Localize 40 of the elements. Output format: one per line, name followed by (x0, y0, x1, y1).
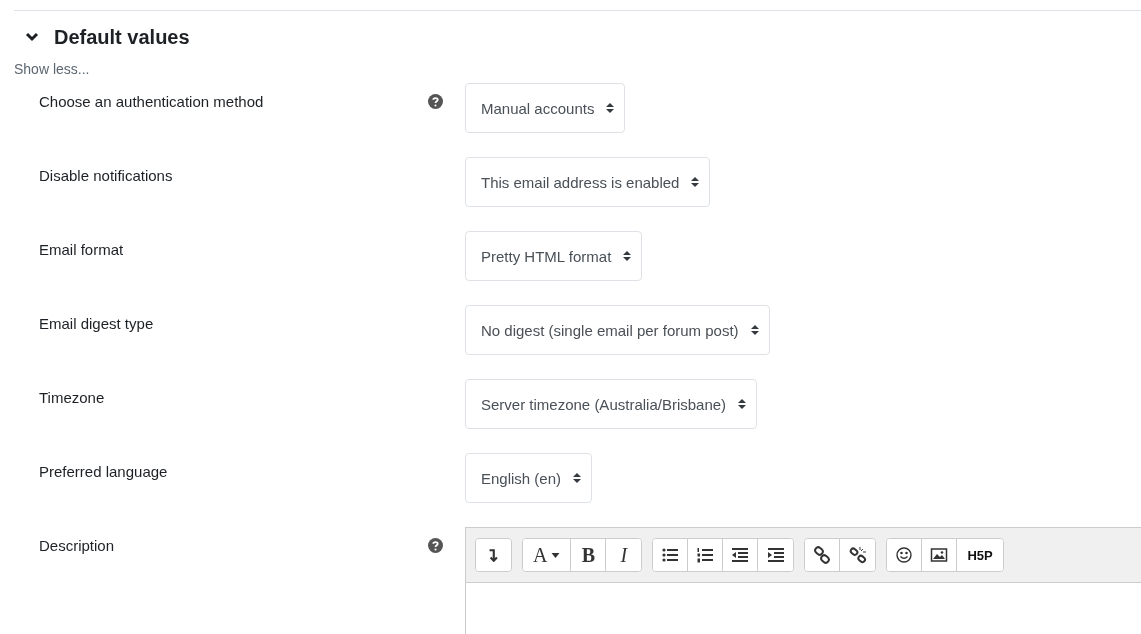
numbered-list-icon (696, 546, 715, 564)
section-title: Default values (54, 25, 190, 49)
font-menu-button[interactable]: A (523, 539, 572, 571)
bullet-list-button[interactable] (653, 539, 689, 571)
sort-arrows-icon (573, 472, 582, 484)
sort-arrows-icon (750, 324, 759, 336)
dropdown-select[interactable]: Manual accounts (465, 83, 626, 133)
field-label: Timezone (39, 389, 105, 406)
show-less-link[interactable]: Show less... (14, 61, 90, 77)
dropdown-select[interactable]: English (en) (465, 453, 593, 503)
text-editor[interactable]: A B I H5P (465, 527, 1141, 634)
smiley-icon (895, 546, 914, 564)
indent-icon (766, 546, 785, 564)
help-icon[interactable] (428, 94, 443, 109)
caret-icon (551, 552, 561, 558)
dropdown-select[interactable]: This email address is enabled (465, 157, 711, 207)
dropdown-select[interactable]: Server timezone (Australia/Brisbane) (465, 379, 758, 429)
help-icon[interactable] (428, 538, 443, 553)
dropdown-select[interactable]: No digest (single email per forum post) (465, 305, 770, 355)
sort-arrows-icon (623, 250, 632, 262)
sort-arrows-icon (606, 102, 615, 114)
field-label: Description (39, 537, 115, 554)
unlink-icon (848, 546, 867, 564)
field-label: Disable notifications (39, 167, 173, 184)
toolbar-toggle-button[interactable] (476, 539, 511, 571)
field-label: Email digest type (39, 315, 154, 332)
dropdown-select[interactable]: Pretty HTML format (465, 231, 643, 281)
bullet-list-icon (661, 546, 680, 564)
sort-arrows-icon (691, 176, 700, 188)
link-button[interactable] (805, 539, 841, 571)
arrow-down-icon (489, 548, 498, 562)
chevron-icon[interactable] (25, 32, 39, 42)
emoji-button[interactable] (887, 539, 923, 571)
field-label: Choose an authentication method (39, 93, 264, 110)
link-icon (813, 546, 832, 564)
sort-arrows-icon (738, 398, 747, 410)
field-label: Preferred language (39, 463, 168, 480)
image-icon (930, 546, 949, 564)
field-label: Email format (39, 241, 124, 258)
outdent-icon (731, 546, 750, 564)
